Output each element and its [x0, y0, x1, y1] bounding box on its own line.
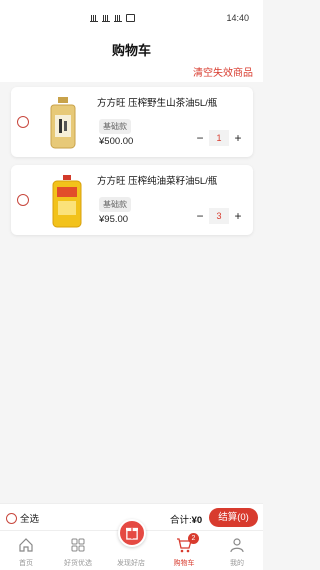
quantity-value[interactable]: 1 — [209, 130, 229, 146]
select-all-toggle[interactable]: 全选 — [6, 511, 39, 525]
item-title[interactable]: 方方旺 压榨野生山茶油5L/瓶 — [97, 95, 217, 109]
battery-icon — [126, 14, 135, 22]
quantity-stepper: − 1 + — [193, 130, 245, 146]
tab-discover-shops[interactable]: 发现好店 — [105, 519, 157, 570]
tab-label: 发现好店 — [117, 560, 145, 567]
item-select-radio[interactable] — [17, 194, 29, 206]
total-amount: 合计:¥0 — [170, 512, 202, 526]
clear-invalid-button[interactable]: 清空失效商品 — [193, 64, 253, 79]
page-header: 购物车 清空失效商品 — [0, 38, 263, 82]
tab-profile[interactable]: 我的 — [211, 531, 263, 570]
increase-button[interactable]: + — [231, 208, 245, 224]
item-price: ¥95.00 — [99, 214, 129, 225]
gift-icon — [118, 519, 146, 547]
quantity-stepper: − 3 + — [193, 208, 245, 224]
checkout-button[interactable]: 结算(0) — [209, 508, 258, 527]
item-title[interactable]: 方方旺 压榨纯油菜籽油5L/瓶 — [97, 173, 217, 187]
tab-home[interactable]: 首页 — [0, 531, 52, 570]
item-select-radio[interactable] — [17, 116, 29, 128]
user-icon — [230, 538, 244, 553]
variant-tag: 基础款 — [99, 119, 131, 134]
page-title: 购物车 — [111, 43, 151, 58]
quantity-value[interactable]: 3 — [209, 208, 229, 224]
select-all-label: 全选 — [20, 514, 40, 525]
tab-label: 首页 — [19, 560, 33, 567]
decrease-button[interactable]: − — [193, 130, 207, 146]
cart-item: 方方旺 压榨野生山茶油5L/瓶 基础款 ¥500.00 − 1 + — [11, 87, 253, 157]
increase-button[interactable]: + — [231, 130, 245, 146]
product-image-camellia-oil[interactable] — [41, 93, 99, 151]
status-time: 14:40 — [226, 13, 249, 23]
cart-badge: 2 — [188, 533, 199, 544]
tab-label: 购物车 — [173, 560, 195, 567]
wifi-icon — [114, 14, 122, 22]
home-icon — [19, 538, 33, 552]
total-value: ¥0 — [191, 515, 203, 526]
item-price: ¥500.00 — [99, 136, 134, 147]
tab-featured[interactable]: 好货优选 — [52, 531, 104, 570]
status-bar: 14:40 — [0, 0, 263, 38]
signal-icon-2 — [102, 14, 110, 22]
product-image-rapeseed-oil[interactable] — [41, 171, 99, 229]
select-all-radio[interactable] — [6, 512, 17, 524]
decrease-button[interactable]: − — [193, 208, 207, 224]
variant-tag: 基础款 — [99, 197, 131, 212]
cart-item: 方方旺 压榨纯油菜籽油5L/瓶 基础款 ¥95.00 − 3 + — [11, 165, 253, 235]
grid-icon — [71, 538, 85, 552]
tab-label: 好货优选 — [64, 560, 92, 567]
tab-label: 我的 — [230, 560, 244, 567]
tab-cart[interactable]: 2 购物车 — [158, 531, 210, 570]
status-icons — [90, 14, 135, 22]
total-label: 合计: — [170, 515, 192, 526]
bottom-tabbar: 首页 好货优选 发现好店 2 购物车 我的 — [0, 519, 263, 570]
signal-icon — [90, 14, 98, 22]
